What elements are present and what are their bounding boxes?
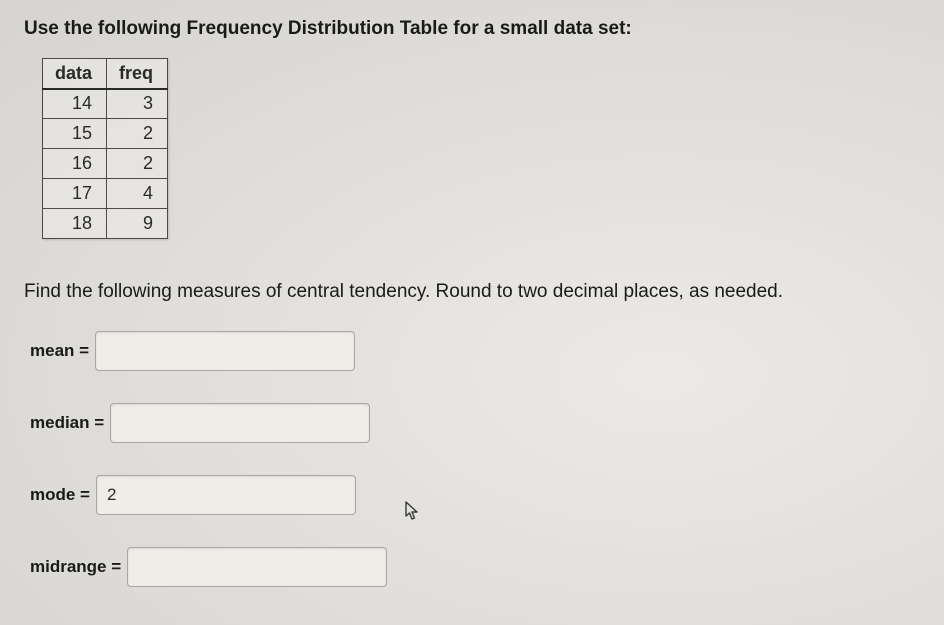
frequency-table: data freq 14 3 15 2 16 2 17 4 18 9 [42,58,168,239]
cell-freq: 2 [107,119,168,149]
mean-row: mean = [30,331,920,371]
cell-data: 16 [43,149,107,179]
mean-input[interactable] [95,331,355,371]
header-freq: freq [107,59,168,89]
table-row: 14 3 [43,89,168,119]
midrange-input[interactable] [127,547,387,587]
table-row: 16 2 [43,149,168,179]
cell-data: 17 [43,179,107,209]
header-data: data [43,59,107,89]
cell-data: 14 [43,89,107,119]
cell-freq: 4 [107,179,168,209]
cell-data: 15 [43,119,107,149]
median-row: median = [30,403,920,443]
median-label: median = [30,413,104,433]
midrange-row: midrange = [30,547,920,587]
cell-freq: 3 [107,89,168,119]
cell-freq: 9 [107,209,168,239]
table-row: 15 2 [43,119,168,149]
mean-label: mean = [30,341,89,361]
cell-data: 18 [43,209,107,239]
table-row: 18 9 [43,209,168,239]
table-header-row: data freq [43,59,168,89]
midrange-label: midrange = [30,557,121,577]
instruction-text: Find the following measures of central t… [24,281,920,303]
mode-input[interactable] [96,475,356,515]
mode-label: mode = [30,485,90,505]
median-input[interactable] [110,403,370,443]
prompt-text: Use the following Frequency Distribution… [24,18,920,40]
cell-freq: 2 [107,149,168,179]
mode-row: mode = [30,475,920,515]
table-row: 17 4 [43,179,168,209]
